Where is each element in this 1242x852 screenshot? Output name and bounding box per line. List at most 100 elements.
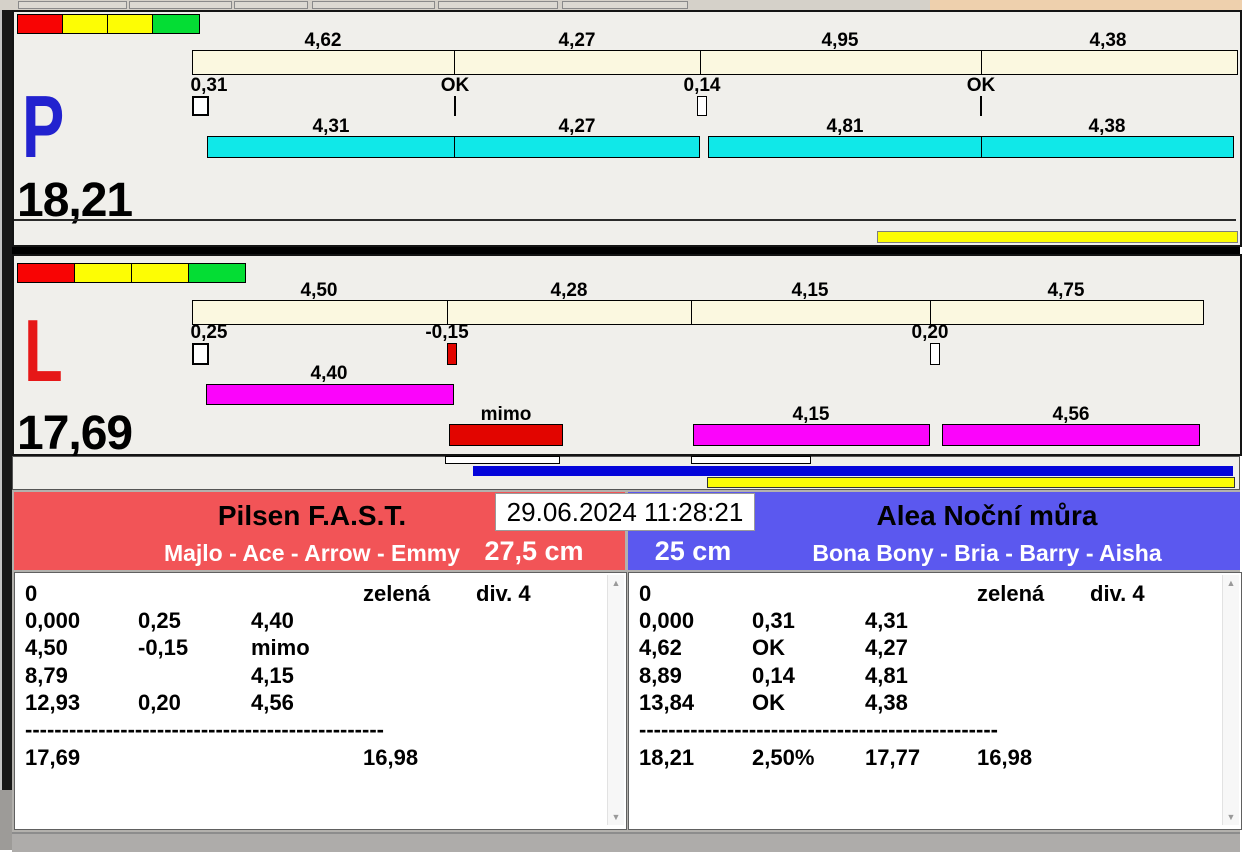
toolbar-fragment <box>438 1 558 9</box>
split-time-label: 4,56 <box>1052 404 1090 425</box>
split-bar <box>693 424 930 446</box>
leg-time-label: 4,50 <box>300 280 338 301</box>
scroll-up-icon[interactable]: ▲ <box>1223 575 1239 591</box>
run-log-total-row: 18,21 2,50% 17,77 16,98 <box>629 745 1241 771</box>
lane-letter: L <box>24 301 63 400</box>
split-fault-label: mimo <box>480 404 532 425</box>
run-adjusted-time: 17,77 <box>865 745 921 770</box>
datetime-display: 29.06.2024 11:28:21 <box>495 493 755 531</box>
run-start: 0 <box>25 581 38 606</box>
run-log-separator: ----------------------------------------… <box>25 717 384 742</box>
run-total-time: 17,69 <box>25 745 81 770</box>
start-light-green <box>152 14 200 34</box>
team-members: Bona Bony - Bria - Barry - Aisha <box>812 540 1162 566</box>
leg-time-label: 4,62 <box>304 30 342 51</box>
scrollbar[interactable]: ▲ ▼ <box>607 575 624 825</box>
toolbar-fragment <box>18 1 127 9</box>
background-window-peach-strip <box>930 0 1242 10</box>
leg-time-bar-segment <box>691 300 932 325</box>
leg-time-label: 4,95 <box>821 30 859 51</box>
race-progress-bar-blue <box>473 466 1233 476</box>
run-log-row: 0,000 0,25 4,40 <box>25 608 294 633</box>
change-time-label: 0,14 <box>683 75 721 96</box>
race-progress-bar-yellow <box>877 231 1238 243</box>
leg-time-bar-segment <box>700 50 983 75</box>
lane-p-panel: 4,62 4,27 4,95 4,38 0,31 OK 0,14 OK 4,31… <box>12 10 1242 247</box>
split-marker-box <box>691 456 811 464</box>
progress-strip <box>12 456 1240 490</box>
leg-time-label: 4,38 <box>1089 30 1127 51</box>
change-mark-box <box>192 96 209 116</box>
start-light-red <box>17 263 75 283</box>
leg-time-label: 4,28 <box>550 280 588 301</box>
scroll-down-icon[interactable]: ▼ <box>608 809 624 825</box>
race-progress-bar-yellow <box>707 477 1235 488</box>
leg-time-bar-segment <box>981 50 1238 75</box>
division: div. 4 <box>476 581 531 606</box>
change-time-label: 0,20 <box>911 322 949 343</box>
change-mark-box <box>930 343 940 365</box>
leg-time-label: 4,15 <box>791 280 829 301</box>
run-log-row: 0 zelená div. 4 <box>15 581 626 607</box>
team-left-column: Pilsen F.A.S.T. Majlo - Ace - Arrow - Em… <box>14 492 627 830</box>
window-left-edge-bottom <box>0 790 12 850</box>
start-light-green <box>188 263 246 283</box>
start-light-red <box>17 14 63 34</box>
split-time-label: 4,40 <box>310 363 348 384</box>
split-bar <box>454 136 700 158</box>
split-marker-box <box>445 456 560 464</box>
split-time-label: 4,81 <box>826 116 864 137</box>
start-light-yellow <box>107 14 153 34</box>
run-log-row: 4,50 -0,15 mimo <box>25 635 310 660</box>
split-time-label: 4,38 <box>1088 116 1126 137</box>
lane-total-time: 17,69 <box>17 407 133 460</box>
change-mark-box <box>192 343 209 365</box>
scroll-down-icon[interactable]: ▼ <box>1223 809 1239 825</box>
split-fault-bar <box>449 424 563 446</box>
run-start: 0 <box>639 581 652 606</box>
start-light-yellow <box>74 263 132 283</box>
team-right-run-log[interactable]: 0 zelená div. 4 0,000 0,31 4,31 4,62 OK … <box>628 572 1242 830</box>
run-best-time: 16,98 <box>977 745 1033 770</box>
split-bar <box>206 384 454 405</box>
toolbar-fragment <box>312 1 435 9</box>
toolbar-fragment <box>234 1 308 9</box>
run-log-total-row: 17,69 16,98 <box>15 745 626 771</box>
lane-l-panel: 4,50 4,28 4,15 4,75 0,25 -0,15 0,20 4,40… <box>12 254 1242 460</box>
scroll-up-icon[interactable]: ▲ <box>608 575 624 591</box>
start-light-yellow <box>131 263 189 283</box>
change-mark-fault-box <box>447 343 457 365</box>
split-time-label: 4,27 <box>558 116 596 137</box>
teams-area: Pilsen F.A.S.T. Majlo - Ace - Arrow - Em… <box>12 490 1242 832</box>
toolbar-fragment <box>129 1 232 9</box>
run-log-separator: ----------------------------------------… <box>639 717 998 742</box>
team-left-run-log[interactable]: 0 zelená div. 4 0,000 0,25 4,40 4,50 -0,… <box>14 572 627 830</box>
strip-divider-line <box>14 219 1236 221</box>
leg-time-bar-segment <box>192 50 456 75</box>
team-name: Alea Noční můra <box>876 500 1098 531</box>
change-mark-tick <box>980 96 982 116</box>
run-log-row: 8,79 4,15 <box>25 663 294 688</box>
footer-strip <box>12 832 1240 852</box>
run-log-row: 12,93 0,20 4,56 <box>25 690 294 715</box>
change-mark-box <box>697 96 707 116</box>
division: div. 4 <box>1090 581 1145 606</box>
card-status: zelená <box>363 581 431 606</box>
change-time-label: 0,25 <box>190 322 228 343</box>
scrollbar[interactable]: ▲ ▼ <box>1222 575 1239 825</box>
split-bar <box>942 424 1200 446</box>
run-log-row: 0,000 0,31 4,31 <box>639 608 908 633</box>
jump-height: 25 cm <box>654 536 732 566</box>
toolbar-fragment <box>562 1 688 9</box>
run-best-time: 16,98 <box>363 745 419 770</box>
change-time-label: 0,31 <box>190 75 228 96</box>
split-bar <box>981 136 1234 158</box>
leg-time-bar-segment <box>192 300 449 325</box>
run-log-row: 0 zelená div. 4 <box>629 581 1241 607</box>
run-log-row: 13,84 OK 4,38 <box>639 690 908 715</box>
leg-time-bar-segment <box>454 50 702 75</box>
leg-time-bar-segment <box>930 300 1204 325</box>
run-log-row: 4,62 OK 4,27 <box>639 635 908 660</box>
lane-divider <box>12 247 1240 254</box>
leg-time-bar-segment <box>447 300 693 325</box>
